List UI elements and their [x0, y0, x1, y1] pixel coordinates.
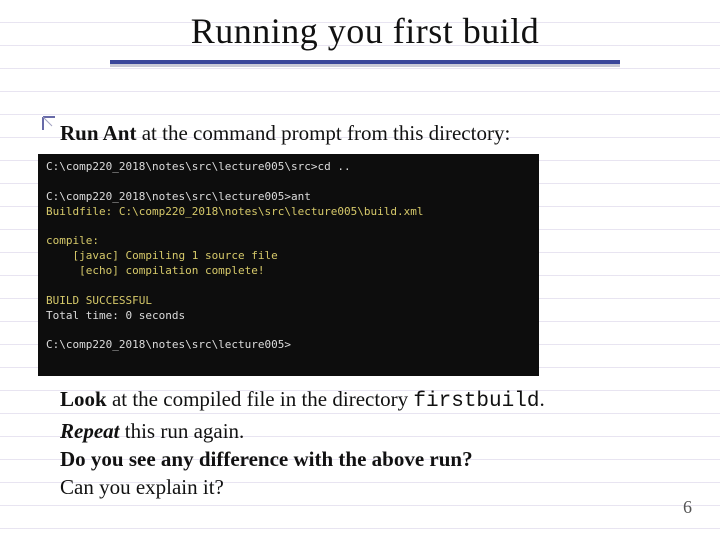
- term-line: C:\comp220_2018\notes\src\lecture005>: [46, 338, 291, 351]
- term-line: Total time: 0 seconds: [46, 309, 185, 322]
- slide-title: Running you first build: [110, 10, 620, 52]
- term-line: C:\comp220_2018\notes\src\lecture005\src…: [46, 160, 351, 173]
- repeat-text: this run again.: [119, 419, 244, 443]
- terminal-output: C:\comp220_2018\notes\src\lecture005\src…: [38, 154, 539, 376]
- term-line: compile:: [46, 234, 99, 247]
- question-explain: Can you explain it?: [60, 474, 680, 500]
- instruction-repeat: Repeat this run again.: [60, 418, 680, 444]
- look-period: .: [539, 387, 544, 411]
- instruction-run-ant: Run Ant at the command prompt from this …: [60, 120, 680, 146]
- title-underline: [110, 60, 620, 64]
- repeat-label: Repeat: [60, 419, 119, 443]
- term-line: BUILD SUCCESSFUL: [46, 294, 152, 307]
- run-ant-text: at the command prompt from this director…: [136, 121, 510, 145]
- look-bold: Look: [60, 387, 107, 411]
- instruction-look: Look at the compiled file in the directo…: [60, 386, 680, 415]
- question-difference: Do you see any difference with the above…: [60, 446, 680, 472]
- term-line: C:\comp220_2018\notes\src\lecture005>ant: [46, 190, 311, 203]
- term-line: [echo] compilation complete!: [46, 264, 265, 277]
- run-ant-bold: Run Ant: [60, 121, 136, 145]
- term-line: [javac] Compiling 1 source file: [46, 249, 278, 262]
- bullet-corner-icon: [40, 114, 62, 136]
- look-text: at the compiled file in the directory: [107, 387, 414, 411]
- look-dirname: firstbuild: [413, 390, 539, 413]
- term-line: Buildfile: C:\comp220_2018\notes\src\lec…: [46, 205, 424, 218]
- page-number: 6: [683, 497, 692, 518]
- slide-body: Run Ant at the command prompt from this …: [60, 120, 680, 500]
